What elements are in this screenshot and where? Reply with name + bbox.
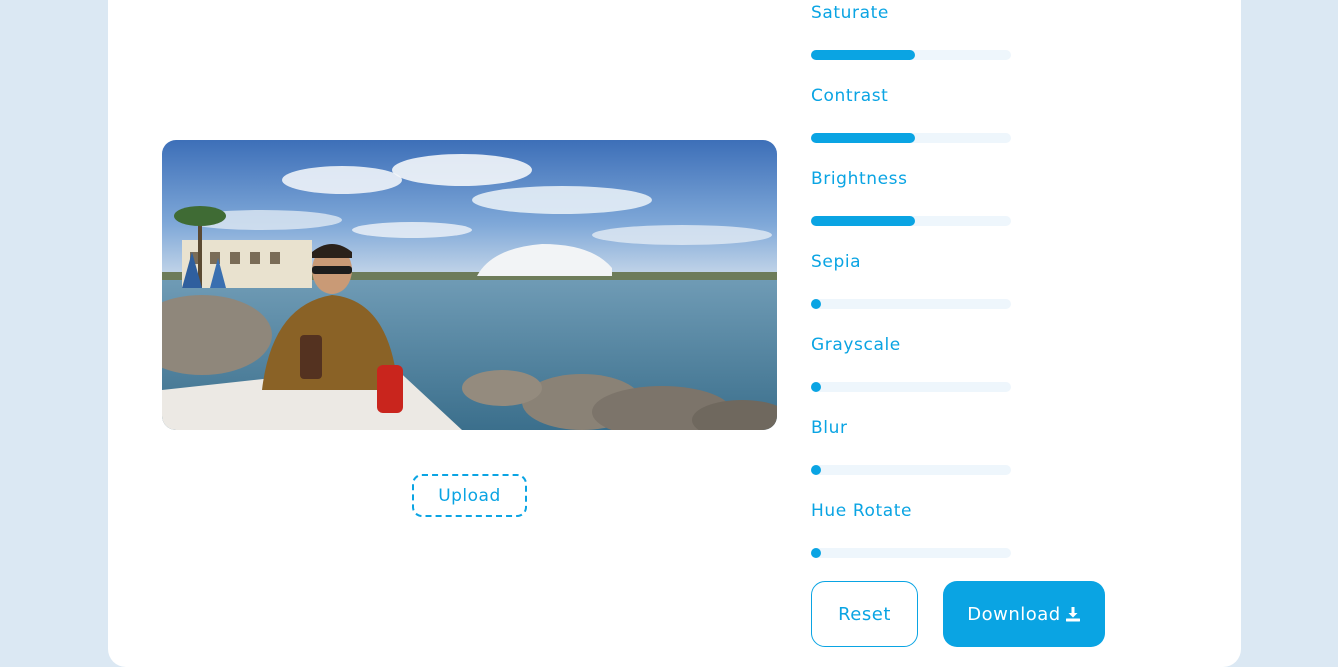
filter-slider[interactable] bbox=[811, 50, 1011, 60]
filter-saturate: Saturate bbox=[811, 3, 1031, 63]
filter-slider[interactable] bbox=[811, 548, 1011, 558]
download-icon bbox=[1065, 607, 1080, 622]
upload-button[interactable]: Upload bbox=[412, 474, 527, 517]
slider-fill bbox=[811, 216, 915, 226]
photo-preview bbox=[162, 140, 777, 430]
filter-slider[interactable] bbox=[811, 216, 1011, 226]
slider-fill bbox=[811, 50, 915, 60]
filter-slider[interactable] bbox=[811, 133, 1011, 143]
filter-label: Blur bbox=[811, 418, 848, 438]
download-label: Download bbox=[967, 603, 1061, 625]
filter-blur: Blur bbox=[811, 418, 1031, 478]
filter-hue-rotate: Hue Rotate bbox=[811, 501, 1031, 561]
filter-label: Contrast bbox=[811, 86, 889, 106]
filter-label: Saturate bbox=[811, 3, 889, 23]
download-button[interactable]: Download bbox=[943, 581, 1105, 647]
filter-slider[interactable] bbox=[811, 465, 1011, 475]
reset-button[interactable]: Reset bbox=[811, 581, 918, 647]
filter-label: Brightness bbox=[811, 169, 908, 189]
filter-slider[interactable] bbox=[811, 299, 1011, 309]
slider-thumb[interactable] bbox=[811, 382, 821, 392]
slider-thumb[interactable] bbox=[811, 465, 821, 475]
filter-grayscale: Grayscale bbox=[811, 335, 1031, 395]
filter-slider[interactable] bbox=[811, 382, 1011, 392]
slider-fill bbox=[811, 133, 915, 143]
filter-label: Hue Rotate bbox=[811, 501, 913, 521]
filter-contrast: Contrast bbox=[811, 86, 1031, 146]
slider-thumb[interactable] bbox=[811, 548, 821, 558]
filter-brightness: Brightness bbox=[811, 169, 1031, 229]
filter-sepia: Sepia bbox=[811, 252, 1031, 312]
filter-label: Grayscale bbox=[811, 335, 901, 355]
filter-label: Sepia bbox=[811, 252, 862, 272]
slider-thumb[interactable] bbox=[811, 299, 821, 309]
